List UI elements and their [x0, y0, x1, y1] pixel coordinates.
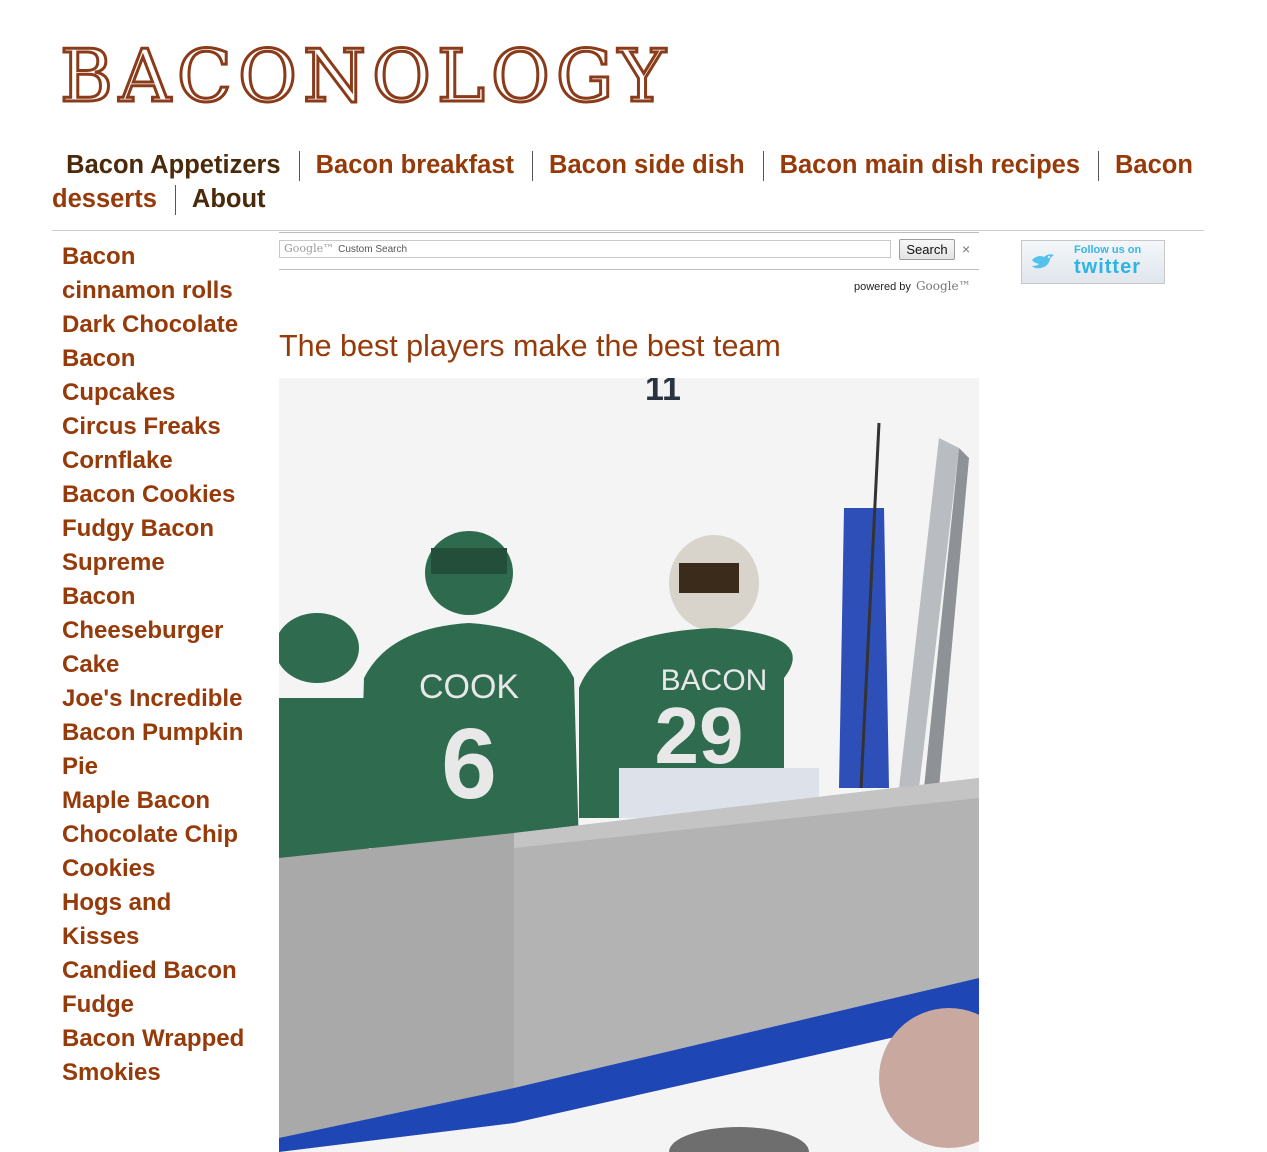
photo-overhead-mark: 11	[645, 378, 681, 408]
twitter-brand-text: twitter	[1074, 256, 1141, 278]
nav-bacon-breakfast[interactable]: Bacon breakfast	[316, 151, 514, 179]
sidebar-item-fudgy-bacon-supreme[interactable]: Fudgy Bacon Supreme	[62, 512, 252, 580]
post-title[interactable]: The best players make the best team	[279, 326, 781, 366]
search-input[interactable]: Google™ Custom Search	[279, 240, 891, 258]
nav-bacon-main-dish-recipes[interactable]: Bacon main dish recipes	[780, 151, 1080, 179]
search-top-border	[279, 232, 979, 233]
nav-separator	[174, 185, 176, 216]
header-divider	[52, 230, 1204, 231]
jersey-number-cook: 6	[441, 708, 497, 820]
sidebar-item-bacon-wrapped-smokies[interactable]: Bacon Wrapped Smokies	[62, 1022, 252, 1090]
site-logo-text: BACONOLOGY	[59, 34, 672, 118]
google-watermark: Google™	[284, 242, 335, 255]
nav-about[interactable]: About	[192, 185, 266, 213]
post-photo-hockey-bench: 11 COOK 6 BACON 29	[279, 378, 979, 1152]
google-logo: Google™	[915, 279, 971, 293]
sidebar-item-bacon-cheeseburger-cake[interactable]: Bacon Cheeseburger Cake	[62, 580, 252, 682]
search-bottom-border	[279, 269, 979, 270]
sidebar-item-bacon-cinnamon-rolls[interactable]: Bacon cinnamon rolls	[62, 240, 252, 308]
powered-by-google: powered by Google™	[854, 278, 971, 295]
hockey-photo-illustration: 11 COOK 6 BACON 29	[279, 378, 979, 1152]
nav-separator	[762, 151, 764, 182]
twitter-bird-icon	[1032, 254, 1054, 269]
sidebar-item-bacon-pumpkin-pie[interactable]: Joe's Incredible Bacon Pumpkin Pie	[62, 682, 252, 784]
twitter-follow-badge[interactable]: Follow us on twitter	[1021, 240, 1165, 284]
sidebar-item-circus-freaks-cookies[interactable]: Circus Freaks Cornflake Bacon Cookies	[62, 410, 252, 512]
search-button[interactable]: Search	[899, 239, 955, 260]
clear-search-icon[interactable]: ×	[962, 240, 970, 258]
nav-bacon-side-dish[interactable]: Bacon side dish	[549, 151, 745, 179]
nav-separator	[532, 151, 534, 182]
sidebar-item-candied-bacon-fudge[interactable]: Candied Bacon Fudge	[62, 954, 252, 1022]
nav-separator	[298, 151, 300, 182]
sidebar-recipe-list: Bacon cinnamon rolls Dark Chocolate Baco…	[62, 240, 252, 1090]
site-logo[interactable]: BACONOLOGY	[59, 34, 672, 118]
top-navigation: Bacon Appetizers Bacon breakfast Bacon sid…	[52, 148, 1222, 216]
search-placeholder: Custom Search	[338, 244, 408, 255]
sidebar-item-maple-bacon-cookies[interactable]: Maple Bacon Chocolate Chip Cookies	[62, 784, 252, 886]
sidebar-item-hogs-and-kisses[interactable]: Hogs and Kisses	[62, 886, 252, 954]
nav-separator	[1098, 151, 1100, 182]
nav-bacon-appetizers[interactable]: Bacon Appetizers	[66, 151, 280, 179]
jersey-number-bacon: 29	[655, 691, 744, 780]
jersey-name-cook: COOK	[419, 668, 519, 706]
sidebar-item-dark-chocolate-bacon-cupcakes[interactable]: Dark Chocolate Bacon Cupcakes	[62, 308, 252, 410]
powered-by-text: powered by	[854, 281, 911, 293]
